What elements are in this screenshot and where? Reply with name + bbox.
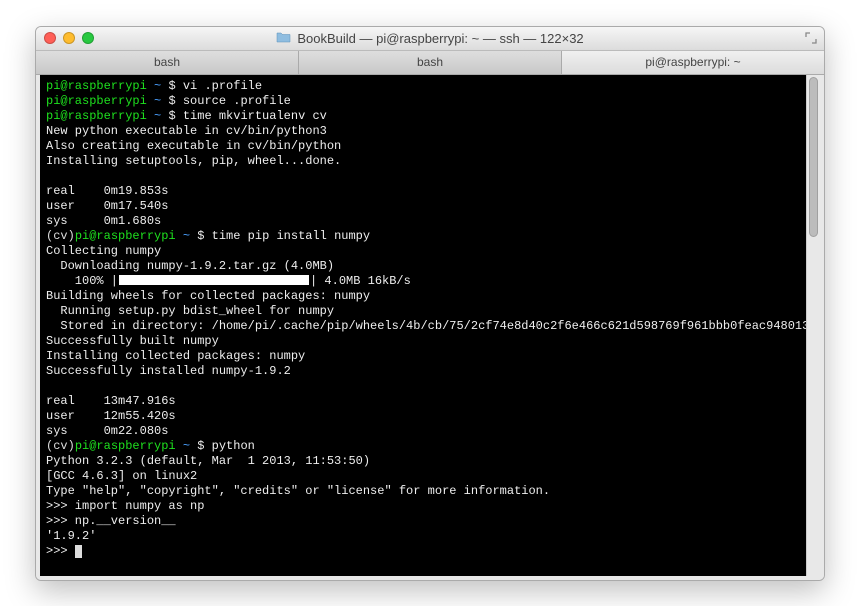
titlebar[interactable]: BookBuild — pi@raspberrypi: ~ — ssh — 12… xyxy=(36,27,824,51)
output-line: real 13m47.916s xyxy=(46,394,800,409)
title-wrap: BookBuild — pi@raspberrypi: ~ — ssh — 12… xyxy=(36,31,824,46)
tab-label: bash xyxy=(417,55,443,69)
output-line: Downloading numpy-1.9.2.tar.gz (4.0MB) xyxy=(46,259,800,274)
close-icon[interactable] xyxy=(44,32,56,44)
cmd: time pip install numpy xyxy=(212,229,370,243)
terminal-window: BookBuild — pi@raspberrypi: ~ — ssh — 12… xyxy=(35,26,825,581)
output-line: Successfully built numpy xyxy=(46,334,800,349)
tab-label: bash xyxy=(154,55,180,69)
repl-line: >>> np.__version__ xyxy=(46,514,800,529)
output-line: Running setup.py bdist_wheel for numpy xyxy=(46,304,800,319)
prompt-sigil: $ xyxy=(168,79,175,93)
cmd: time mkvirtualenv cv xyxy=(183,109,327,123)
tab-bash-2[interactable]: bash xyxy=(299,51,562,74)
window-controls xyxy=(44,32,94,44)
progress-rate: | 4.0MB 16kB/s xyxy=(310,274,411,288)
output-line: [GCC 4.6.3] on linux2 xyxy=(46,469,800,484)
cmd: vi .profile xyxy=(183,79,262,93)
tabbar: bash bash pi@raspberrypi: ~ xyxy=(36,51,824,75)
output-line: Python 3.2.3 (default, Mar 1 2013, 11:53… xyxy=(46,454,800,469)
output-line: user 12m55.420s xyxy=(46,409,800,424)
cmd: source .profile xyxy=(183,94,291,108)
output-line: New python executable in cv/bin/python3 xyxy=(46,124,800,139)
output-line: Installing setuptools, pip, wheel...done… xyxy=(46,154,800,169)
output-line: sys 0m22.080s xyxy=(46,424,800,439)
output-line: Installing collected packages: numpy xyxy=(46,349,800,364)
output-line: Stored in directory: /home/pi/.cache/pip… xyxy=(46,319,800,334)
cmd: python xyxy=(212,439,255,453)
tab-label: pi@raspberrypi: ~ xyxy=(645,55,740,69)
prompt-user: pi@raspberrypi xyxy=(46,79,147,93)
output-line: Also creating executable in cv/bin/pytho… xyxy=(46,139,800,154)
cursor xyxy=(75,545,82,558)
venv: (cv) xyxy=(46,229,75,243)
scrollbar-thumb[interactable] xyxy=(809,77,818,237)
output-line: Building wheels for collected packages: … xyxy=(46,289,800,304)
terminal-wrap: pi@raspberrypi ~ $ vi .profile pi@raspbe… xyxy=(36,75,824,580)
zoom-icon[interactable] xyxy=(82,32,94,44)
repl-prompt: >>> xyxy=(46,544,75,558)
tab-bash-1[interactable]: bash xyxy=(36,51,299,74)
tab-ssh[interactable]: pi@raspberrypi: ~ xyxy=(562,51,824,74)
repl-line: >>> import numpy as np xyxy=(46,499,800,514)
prompt-cwd: ~ xyxy=(154,79,161,93)
output-line: user 0m17.540s xyxy=(46,199,800,214)
minimize-icon[interactable] xyxy=(63,32,75,44)
output-line: real 0m19.853s xyxy=(46,184,800,199)
output-line: sys 0m1.680s xyxy=(46,214,800,229)
output-line: Collecting numpy xyxy=(46,244,800,259)
fullscreen-icon[interactable] xyxy=(804,31,818,45)
output-line: Successfully installed numpy-1.9.2 xyxy=(46,364,800,379)
repl-line: '1.9.2' xyxy=(46,529,800,544)
terminal[interactable]: pi@raspberrypi ~ $ vi .profile pi@raspbe… xyxy=(40,75,806,576)
progress-bar xyxy=(119,275,309,285)
folder-icon xyxy=(276,31,291,45)
scrollbar[interactable] xyxy=(806,75,820,576)
progress-pct: 100% | xyxy=(46,274,118,288)
window-title: BookBuild — pi@raspberrypi: ~ — ssh — 12… xyxy=(297,31,583,46)
output-line: Type "help", "copyright", "credits" or "… xyxy=(46,484,800,499)
